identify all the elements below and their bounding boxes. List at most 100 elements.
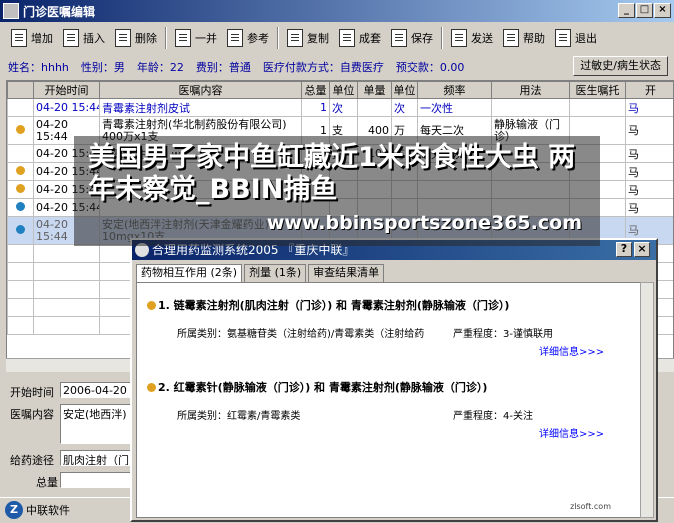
column-header[interactable]: 单量 <box>357 81 392 99</box>
route-field[interactable]: 肌肉注射（门 <box>60 450 132 466</box>
patient-sex: 性别：男 <box>80 61 125 74</box>
toolbar-button[interactable]: 帮助 <box>498 26 550 50</box>
interaction-category: 所属类别：红霉素/青霉素类 <box>177 411 301 422</box>
maximize-button[interactable]: □ <box>636 3 653 18</box>
insert-doc-icon <box>63 29 79 47</box>
row-indicator <box>7 216 34 245</box>
toolbar-button-label: 一并 <box>195 32 217 45</box>
table-cell: 次 <box>329 98 358 117</box>
add-doc-icon <box>11 29 27 47</box>
allergy-history-button[interactable]: 过敏史/病生状态 <box>573 56 668 76</box>
toolbar-button[interactable]: 退出 <box>550 26 602 50</box>
table-cell: 青霉素注射剂皮试 <box>99 98 302 117</box>
table-cell: 马 <box>625 162 673 181</box>
toolbar-button-label: 增加 <box>31 32 53 45</box>
table-cell: 1 <box>301 98 330 117</box>
reference-icon <box>227 29 243 47</box>
table-cell: 一次性 <box>417 98 492 117</box>
table-cell: 马 <box>625 98 673 117</box>
title-bar: 门诊医嘱编辑 _ □ × <box>0 0 674 22</box>
start-time-field[interactable]: 2006-04-20 1 <box>60 382 132 398</box>
watermark: zlsoft.com <box>570 502 611 511</box>
toolbar-button[interactable]: 参考 <box>222 26 274 50</box>
column-header[interactable]: 单位 <box>391 81 418 99</box>
ad-headline: 美国男子家中鱼缸藏近1米肉食性大虫 两年未察觉_BBIN捕鱼 <box>88 142 576 205</box>
close-button[interactable]: × <box>654 3 671 18</box>
details-link[interactable]: 详细信息>>> <box>539 425 604 440</box>
toolbar-button[interactable]: 增加 <box>6 26 58 50</box>
merge-doc-icon <box>175 29 191 47</box>
table-cell: 次 <box>391 98 418 117</box>
details-link[interactable]: 详细信息>>> <box>539 343 604 358</box>
toolbar-button-label: 帮助 <box>523 32 545 45</box>
toolbar-button[interactable]: 保存 <box>386 26 438 50</box>
tab-interactions[interactable]: 药物相互作用 (2条) <box>136 264 243 282</box>
dialog-vertical-scrollbar[interactable] <box>640 282 654 518</box>
content-field[interactable]: 安定(地西泮) <box>60 404 132 444</box>
toolbar-button[interactable]: 一并 <box>170 26 222 50</box>
column-header[interactable]: 总量 <box>301 81 330 99</box>
interaction-severity: 严重程度：4-关注 <box>453 411 533 422</box>
main-window: 门诊医嘱编辑 _ □ × 增加 插入 删除 一并 参考 复制 成套 保存 发送 帮助 退出 姓名：h… <box>0 0 674 523</box>
toolbar-separator <box>441 27 443 49</box>
toolbar-button-label: 退出 <box>575 32 597 45</box>
table-cell: 马 <box>625 198 673 217</box>
empty-cell <box>33 298 100 317</box>
status-dot-icon <box>16 124 25 134</box>
status-dot-icon <box>16 224 25 234</box>
column-header[interactable]: 医嘱内容 <box>99 81 302 99</box>
ad-banner-overlay[interactable]: 美国男子家中鱼缸藏近1米肉食性大虫 两年未察觉_BBIN捕鱼 www.bbins… <box>74 136 600 246</box>
delete-doc-icon <box>115 29 131 47</box>
toolbar-button-label: 参考 <box>247 32 269 45</box>
total-field[interactable] <box>60 472 132 488</box>
column-header[interactable]: 开 <box>625 81 673 99</box>
toolbar-button-label: 成套 <box>359 32 381 45</box>
toolbar-button[interactable]: 插入 <box>58 26 110 50</box>
empty-cell <box>33 262 100 281</box>
toolbar-button[interactable]: 发送 <box>446 26 498 50</box>
toolbar-button[interactable]: 复制 <box>282 26 334 50</box>
warning-dot-icon <box>147 383 156 392</box>
toolbar: 增加 插入 删除 一并 参考 复制 成套 保存 发送 帮助 退出 <box>0 24 674 52</box>
set-icon <box>339 29 355 47</box>
toolbar-button[interactable]: 删除 <box>110 26 162 50</box>
column-header[interactable]: 频率 <box>417 81 492 99</box>
row-indicator-header <box>7 81 34 99</box>
table-cell: 马 <box>625 116 673 145</box>
save-icon <box>391 29 407 47</box>
warning-dot-icon <box>147 301 156 310</box>
column-header[interactable]: 开始时间 <box>33 81 100 99</box>
tab-review-list[interactable]: 审查结果清单 <box>308 264 385 282</box>
table-cell: 04-20 15:44 <box>33 98 100 117</box>
column-header[interactable]: 医生嘱托 <box>569 81 626 99</box>
column-header[interactable]: 用法 <box>491 81 570 99</box>
tab-dosage[interactable]: 剂量 (1条) <box>244 264 307 282</box>
empty-cell <box>33 244 100 263</box>
status-company: 中联软件 <box>26 504 70 517</box>
row-indicator <box>7 162 34 181</box>
toolbar-separator <box>165 27 167 49</box>
help-icon <box>503 29 519 47</box>
toolbar-button-label: 保存 <box>411 32 433 45</box>
empty-cell <box>33 316 100 335</box>
ad-url[interactable]: www.bbinsportszone365.com <box>267 212 582 234</box>
status-dot-icon <box>16 184 25 193</box>
status-dot-icon <box>16 202 25 211</box>
minimize-button[interactable]: _ <box>618 3 635 18</box>
total-label: 总量 <box>36 476 58 489</box>
copy-icon <box>287 29 303 47</box>
toolbar-button[interactable]: 成套 <box>334 26 386 50</box>
dialog-help-button[interactable]: ? <box>616 242 632 257</box>
table-row[interactable]: 04-20 15:44 青霉素注射剂皮试 1 次次一次性马 <box>7 98 673 117</box>
interaction-category: 所属类别：氨基糖苷类（注射给药)/青霉素类（注射给药 <box>177 329 425 340</box>
dialog-close-button[interactable]: × <box>634 242 650 257</box>
toolbar-button-label: 删除 <box>135 32 157 45</box>
empty-cell <box>33 280 100 299</box>
column-header[interactable]: 单位 <box>329 81 358 99</box>
toolbar-button-label: 发送 <box>471 32 493 45</box>
interaction-list: 1. 链霉素注射剂(肌肉注射（门诊）) 和 青霉素注射剂(静脉输液（门诊）) 所… <box>136 282 644 518</box>
route-label: 给药途径 <box>10 454 54 467</box>
patient-payment: 医疗付款方式：自费医疗 <box>262 61 384 74</box>
empty-cell <box>7 280 34 299</box>
empty-cell <box>7 298 34 317</box>
